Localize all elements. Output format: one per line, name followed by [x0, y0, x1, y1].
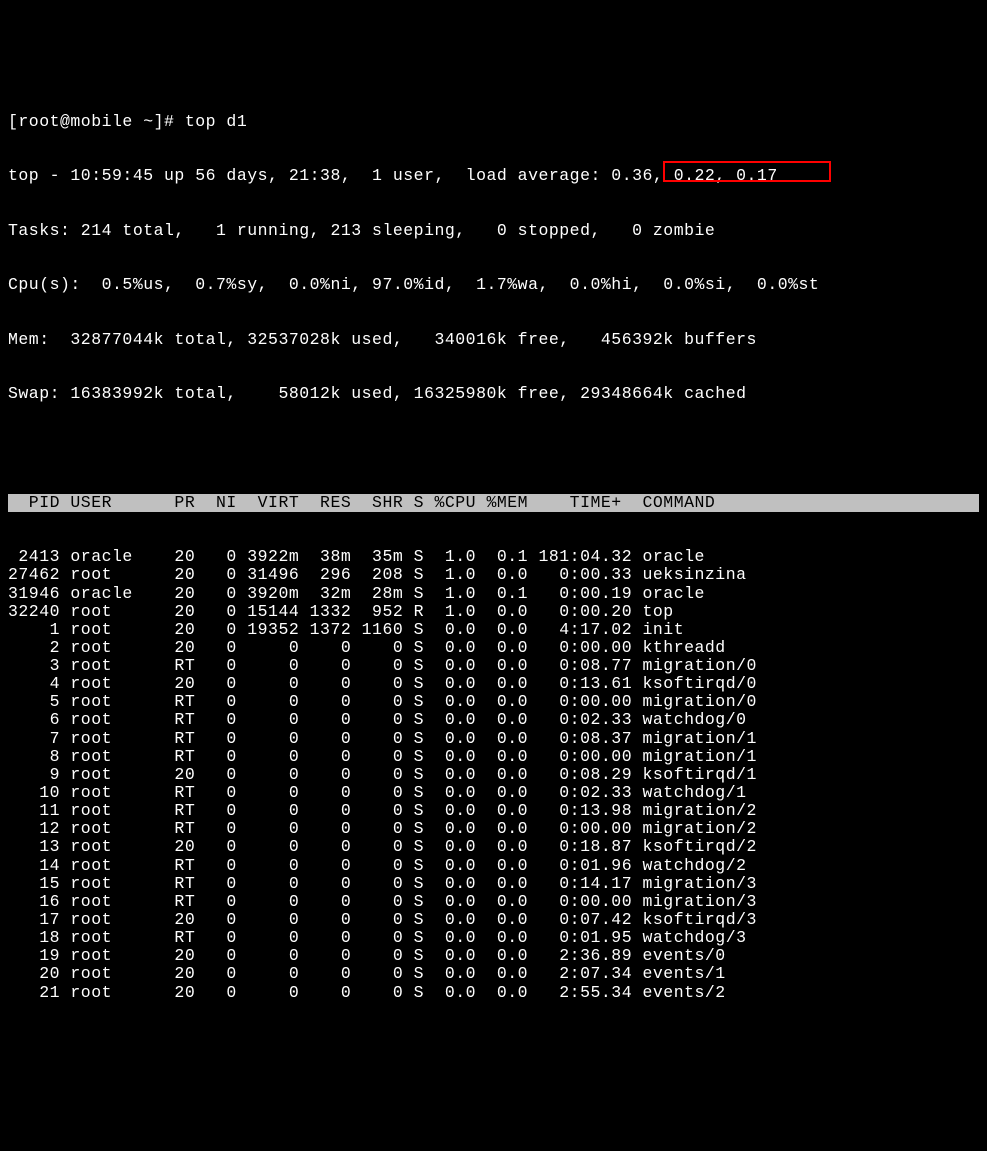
process-row: 2413 oracle 20 0 3922m 38m 35m S 1.0 0.1…: [8, 548, 979, 566]
process-row: 16 root RT 0 0 0 0 S 0.0 0.0 0:00.00 mig…: [8, 893, 979, 911]
top-summary-tasks: Tasks: 214 total, 1 running, 213 sleepin…: [8, 222, 979, 240]
process-row: 8 root RT 0 0 0 0 S 0.0 0.0 0:00.00 migr…: [8, 748, 979, 766]
process-row: 1 root 20 0 19352 1372 1160 S 0.0 0.0 4:…: [8, 621, 979, 639]
top-summary-time: top - 10:59:45 up 56 days, 21:38, 1 user…: [8, 167, 979, 185]
process-row: 7 root RT 0 0 0 0 S 0.0 0.0 0:08.37 migr…: [8, 730, 979, 748]
process-row: 6 root RT 0 0 0 0 S 0.0 0.0 0:02.33 watc…: [8, 711, 979, 729]
process-row: 9 root 20 0 0 0 0 S 0.0 0.0 0:08.29 ksof…: [8, 766, 979, 784]
process-row: 20 root 20 0 0 0 0 S 0.0 0.0 2:07.34 eve…: [8, 965, 979, 983]
process-row: 12 root RT 0 0 0 0 S 0.0 0.0 0:00.00 mig…: [8, 820, 979, 838]
process-row: 19 root 20 0 0 0 0 S 0.0 0.0 2:36.89 eve…: [8, 947, 979, 965]
process-row: 31946 oracle 20 0 3920m 32m 28m S 1.0 0.…: [8, 585, 979, 603]
process-row: 14 root RT 0 0 0 0 S 0.0 0.0 0:01.96 wat…: [8, 857, 979, 875]
process-row: 2 root 20 0 0 0 0 S 0.0 0.0 0:00.00 kthr…: [8, 639, 979, 657]
process-row: 5 root RT 0 0 0 0 S 0.0 0.0 0:00.00 migr…: [8, 693, 979, 711]
process-row: 21 root 20 0 0 0 0 S 0.0 0.0 2:55.34 eve…: [8, 984, 979, 1002]
process-row: 15 root RT 0 0 0 0 S 0.0 0.0 0:14.17 mig…: [8, 875, 979, 893]
top-summary-swap: Swap: 16383992k total, 58012k used, 1632…: [8, 385, 979, 403]
process-row: 13 root 20 0 0 0 0 S 0.0 0.0 0:18.87 kso…: [8, 838, 979, 856]
process-row: 3 root RT 0 0 0 0 S 0.0 0.0 0:08.77 migr…: [8, 657, 979, 675]
process-row: 11 root RT 0 0 0 0 S 0.0 0.0 0:13.98 mig…: [8, 802, 979, 820]
process-row: 18 root RT 0 0 0 0 S 0.0 0.0 0:01.95 wat…: [8, 929, 979, 947]
process-row: 4 root 20 0 0 0 0 S 0.0 0.0 0:13.61 ksof…: [8, 675, 979, 693]
process-row: 32240 root 20 0 15144 1332 952 R 1.0 0.0…: [8, 603, 979, 621]
process-row: 27462 root 20 0 31496 296 208 S 1.0 0.0 …: [8, 566, 979, 584]
process-table-header: PID USER PR NI VIRT RES SHR S %CPU %MEM …: [8, 494, 979, 512]
process-row: 10 root RT 0 0 0 0 S 0.0 0.0 0:02.33 wat…: [8, 784, 979, 802]
process-row: 17 root 20 0 0 0 0 S 0.0 0.0 0:07.42 kso…: [8, 911, 979, 929]
process-table-body: 2413 oracle 20 0 3922m 38m 35m S 1.0 0.1…: [8, 548, 979, 1002]
top-summary-cpu: Cpu(s): 0.5%us, 0.7%sy, 0.0%ni, 97.0%id,…: [8, 276, 979, 294]
top-summary-mem: Mem: 32877044k total, 32537028k used, 34…: [8, 331, 979, 349]
spacer-line: [8, 439, 979, 457]
terminal-window[interactable]: [root@mobile ~]# top d1 top - 10:59:45 u…: [0, 73, 987, 1024]
command-prompt: [root@mobile ~]# top d1: [8, 113, 979, 131]
